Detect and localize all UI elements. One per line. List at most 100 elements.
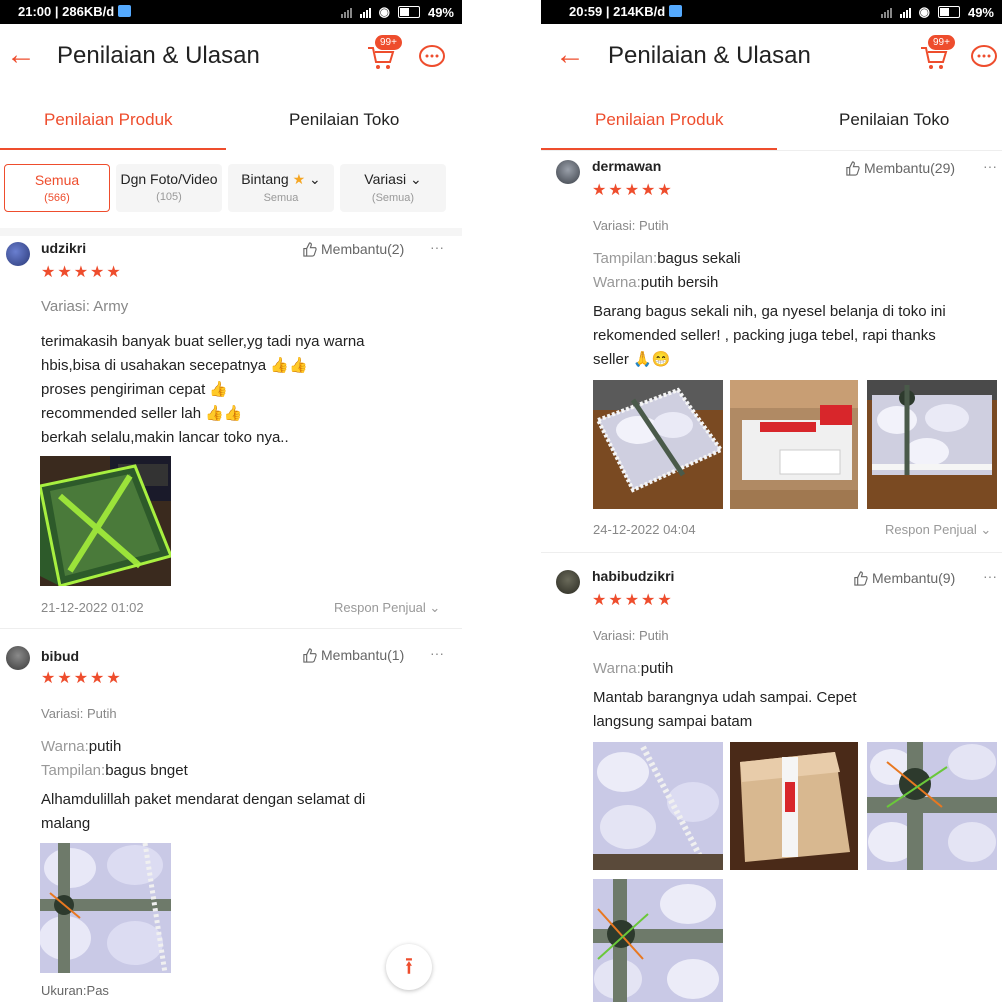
back-arrow-icon[interactable]: ← <box>6 40 36 70</box>
reviewer-name[interactable]: habibudzikri <box>592 568 674 584</box>
chevron-down-icon: ⌄ <box>980 522 992 537</box>
status-time: 20:59 <box>569 4 603 19</box>
star-rating: ★★★★★ <box>41 264 123 281</box>
review-text: Alhamdulillah paket mendarat dengan sela… <box>41 791 366 832</box>
tab-store-rating[interactable]: Penilaian Toko <box>289 110 399 130</box>
more-options-icon[interactable]: ··· <box>983 158 997 174</box>
attribute-color: Warna:putih <box>41 738 122 755</box>
more-options-icon[interactable]: ··· <box>983 568 997 584</box>
divider <box>541 552 1002 553</box>
review-photo[interactable] <box>730 742 858 870</box>
cart-badge: 99+ <box>374 34 403 51</box>
tab-underline <box>541 148 777 150</box>
review-item: dermawan ★★★★★ Membantu(29) ··· Variasi:… <box>541 152 1002 552</box>
more-options-icon[interactable]: ··· <box>430 239 444 255</box>
chevron-down-icon: ⌄ <box>309 171 321 187</box>
tab-product-rating[interactable]: Penilaian Produk <box>595 110 724 130</box>
cart-button[interactable]: 99+ <box>919 34 956 72</box>
gallery-app-icon <box>669 5 683 17</box>
tab-bar: Penilaian Produk Penilaian Toko <box>541 92 1002 151</box>
reviewer-name[interactable]: bibud <box>41 648 79 664</box>
chevron-down-icon: ⌄ <box>409 171 422 187</box>
filter-variant[interactable]: Variasi ⌄ (Semua) <box>340 164 446 212</box>
scroll-to-top-button[interactable]: ⭱ <box>386 944 432 990</box>
variant-label: Variasi: Army <box>41 298 129 315</box>
status-bar: 20:59 | 214KB/d ◉ 49% <box>541 0 1002 24</box>
star-rating: ★★★★★ <box>41 670 123 687</box>
seller-response-toggle[interactable]: Respon Penjual ⌄ <box>885 522 991 538</box>
battery-level: 49% <box>967 4 994 20</box>
cart-button[interactable]: 99+ <box>366 34 403 72</box>
divider <box>0 628 462 629</box>
helpful-button[interactable]: Membantu(1) <box>302 647 404 663</box>
more-options-icon[interactable]: ··· <box>430 645 444 661</box>
thumbs-up-icon <box>846 160 860 176</box>
review-date: 24-12-2022 04:04 <box>593 522 696 537</box>
chat-button[interactable] <box>970 44 998 70</box>
reviewer-name[interactable]: udzikri <box>41 240 86 256</box>
star-icon: ★ <box>292 171 306 187</box>
review-photo[interactable] <box>593 879 723 1002</box>
variant-label: Variasi: Putih <box>593 628 669 643</box>
avatar[interactable] <box>556 160 580 184</box>
filter-all[interactable]: Semua (566) <box>4 164 110 212</box>
gap <box>462 0 541 1002</box>
review-photo[interactable] <box>593 742 723 870</box>
arrow-up-icon: ⭱ <box>404 953 414 980</box>
chat-button[interactable] <box>418 44 446 70</box>
signal-icon-2 <box>359 6 371 18</box>
star-rating: ★★★★★ <box>592 182 674 199</box>
attribute-appearance: Tampilan:bagus sekali <box>593 250 741 267</box>
review-photo[interactable] <box>730 380 858 509</box>
signal-icon <box>340 6 352 18</box>
review-item: bibud ★★★★★ Membantu(1) ··· Variasi: Put… <box>0 642 462 1002</box>
helpful-button[interactable]: Membantu(29) <box>845 160 955 176</box>
battery-icon <box>397 6 420 18</box>
filter-photo-video[interactable]: Dgn Foto/Video (105) <box>116 164 222 212</box>
wifi-icon: ◉ <box>918 4 930 19</box>
review-photo[interactable] <box>40 456 171 586</box>
tab-product-rating[interactable]: Penilaian Produk <box>44 110 173 130</box>
header: ← Penilaian & Ulasan 99+ <box>541 24 1002 92</box>
attribute-color: Warna:putih <box>593 660 674 677</box>
signal-icon <box>880 6 892 18</box>
thumbs-up-icon <box>303 241 317 257</box>
review-photo[interactable] <box>593 380 723 509</box>
avatar[interactable] <box>6 646 30 670</box>
seller-response-toggle[interactable]: Respon Penjual ⌄ <box>334 600 440 616</box>
thumbs-up-icon <box>854 570 868 586</box>
review-photo[interactable] <box>40 843 171 973</box>
attribute-appearance: Tampilan:bagus bnget <box>41 762 188 779</box>
helpful-button[interactable]: Membantu(2) <box>302 241 404 257</box>
back-arrow-icon[interactable]: ← <box>555 40 585 70</box>
review-text: Mantab barangnya udah sampai. Cepet lang… <box>593 689 857 730</box>
attribute-color: Warna:putih bersih <box>593 274 719 291</box>
review-photo[interactable] <box>867 742 997 870</box>
header: ← Penilaian & Ulasan 99+ <box>0 24 462 92</box>
review-text: terimakasih banyak buat seller,yg tadi n… <box>41 333 365 446</box>
helpful-button[interactable]: Membantu(9) <box>853 570 955 586</box>
status-bar: 21:00 | 286KB/d ◉ 49% <box>0 0 462 24</box>
review-date: 21-12-2022 01:02 <box>41 600 144 615</box>
page-title: Penilaian & Ulasan <box>57 42 260 69</box>
star-rating: ★★★★★ <box>592 592 674 609</box>
review-item: habibudzikri ★★★★★ Membantu(9) ··· Varia… <box>541 562 1002 1002</box>
wifi-icon: ◉ <box>378 4 390 19</box>
left-screenshot: 21:00 | 286KB/d ◉ 49% ← Penilaian & Ulas… <box>0 0 462 1002</box>
avatar[interactable] <box>556 570 580 594</box>
reviewer-name[interactable]: dermawan <box>592 158 661 174</box>
page-title: Penilaian & Ulasan <box>608 42 811 69</box>
filter-stars[interactable]: Bintang ★ ⌄ Semua <box>228 164 334 212</box>
review-photo[interactable] <box>867 380 997 509</box>
review-text: Barang bagus sekali nih, ga nyesel belan… <box>593 303 946 368</box>
signal-icon-2 <box>899 6 911 18</box>
status-time: 21:00 <box>18 4 52 19</box>
battery-level: 49% <box>427 4 454 20</box>
status-speed: 286KB/d <box>62 4 115 19</box>
avatar[interactable] <box>6 242 30 266</box>
cart-badge: 99+ <box>927 34 956 51</box>
right-screenshot: 20:59 | 214KB/d ◉ 49% ← Penilaian & Ulas… <box>541 0 1002 1002</box>
tab-store-rating[interactable]: Penilaian Toko <box>839 110 949 130</box>
variant-label: Variasi: Putih <box>41 706 117 721</box>
chat-icon <box>971 45 997 67</box>
